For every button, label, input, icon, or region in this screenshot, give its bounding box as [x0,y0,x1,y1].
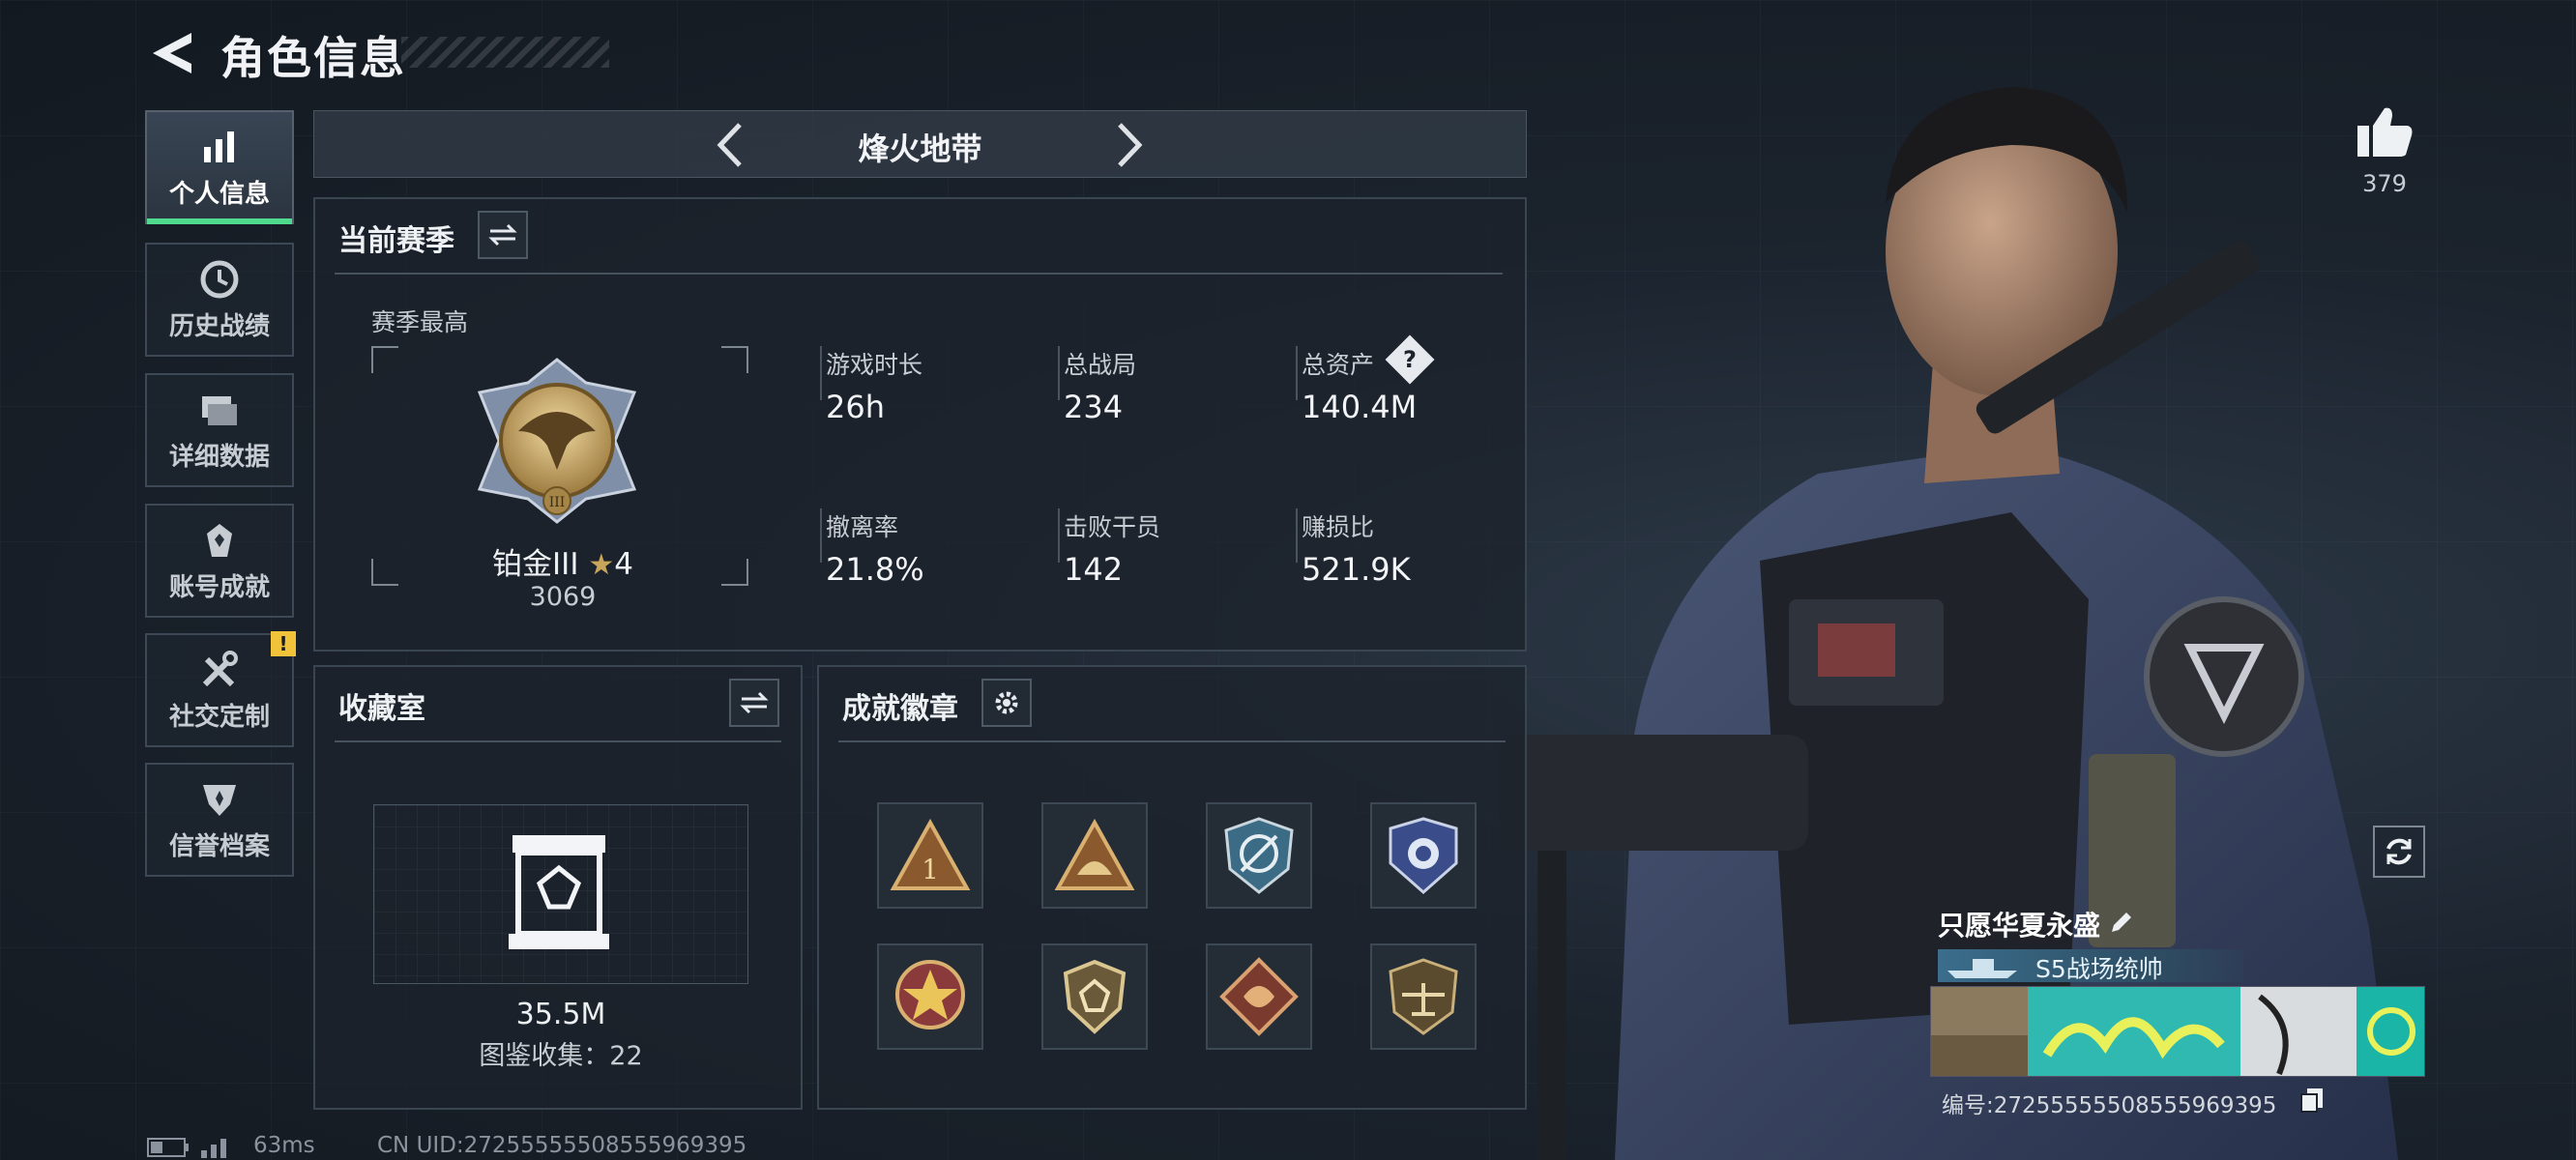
stat-label-profit-ratio: 赚损比 [1302,513,1375,541]
frame-corner [721,559,748,586]
rank-stars: 4 [614,547,633,582]
collection-panel[interactable]: 收藏室 35.5M 图鉴收集：22 [313,665,803,1110]
achievements-title: 成就徽章 [842,692,958,726]
star-icon: ★ [588,548,615,582]
stat-label-kills: 击败干员 [1064,513,1161,541]
stat-separator [820,508,822,563]
nav-label: 详细数据 [168,442,270,472]
clock-icon [198,258,241,301]
achievement-badge[interactable] [877,943,983,1050]
stat-value-playtime: 26h [826,389,885,425]
edit-pencil-icon[interactable] [2108,909,2135,936]
svg-text:1: 1 [922,854,939,885]
stat-value-matches: 234 [1064,389,1124,425]
divider [838,740,1506,742]
help-icon-text: ? [1403,345,1417,373]
stat-label-playtime: 游戏时长 [826,351,923,379]
svg-text:III: III [549,495,566,510]
season-title: 当前赛季 [338,224,454,258]
frame-corner [721,346,748,373]
season-panel: 当前赛季 赛季最高 III 铂金III ★4 3069 游戏时长 26h 总战局… [313,197,1527,652]
player-name: 只愿华夏永盛 [1938,910,2101,942]
stat-value-profit-ratio: 521.9K [1302,551,1411,588]
collection-value: 35.5M [515,998,606,1031]
achievement-badge[interactable] [1041,802,1148,909]
rank-score: 3069 [529,582,597,612]
nav-label: 社交定制 [168,702,270,732]
display-case-icon [509,835,609,949]
stat-label-extract-rate: 撤离率 [826,513,899,541]
collection-title: 收藏室 [338,692,425,726]
like-count: 379 [2362,170,2407,197]
nav-history[interactable]: 历史战绩 [145,243,294,357]
ship-icon [1947,959,2017,978]
banner-art [1931,987,2424,1076]
divider [335,740,781,742]
shield-icon [198,778,241,821]
stat-value-kills: 142 [1064,551,1124,588]
season-best-label: 赛季最高 [371,308,469,336]
nav-reputation[interactable]: 信誉档案 [145,763,294,877]
nav-detailed-data[interactable]: 详细数据 [145,373,294,487]
achievements-panel[interactable]: 成就徽章 1 [817,665,1527,1110]
rank-name: 铂金III [492,547,579,582]
stat-value-assets: 140.4M [1302,389,1418,425]
achievement-badge[interactable] [1370,802,1477,909]
rank-line: 铂金III ★4 [408,539,717,583]
uid-text: CN UID:272555555085559693​95 [377,1133,747,1158]
stat-label-matches: 总战局 [1064,351,1137,379]
folder-icon [198,389,241,431]
settings-gear-icon[interactable] [981,679,1032,727]
achievement-badge[interactable] [1206,943,1312,1050]
swap-icon[interactable] [729,679,779,727]
stat-separator [1296,346,1298,400]
stat-separator [1058,346,1060,400]
stat-separator [1058,508,1060,563]
nav-label: 信誉档案 [168,831,270,861]
page-title: 角色信息 [220,32,406,84]
help-icon[interactable]: ? [1385,334,1435,385]
achievement-badge[interactable]: 1 [877,802,983,909]
refresh-icon[interactable] [2373,826,2425,878]
achievement-icon [198,519,241,562]
swap-icon[interactable] [478,211,528,259]
nav-label: 历史战绩 [168,311,270,341]
back-arrow-icon[interactable] [145,27,203,79]
achievement-badge[interactable] [1370,943,1477,1050]
rank-emblem-icon: III [477,358,637,524]
stat-label-assets: 总资产 [1302,351,1375,379]
signal-icon [201,1139,226,1158]
next-mode-arrow-icon[interactable] [1100,117,1158,173]
nav-social-custom[interactable]: 社交定制 ! [145,631,296,747]
frame-corner [371,559,398,586]
player-banner[interactable] [1930,986,2425,1077]
frame-corner [371,346,398,373]
achievement-badge[interactable] [1206,802,1312,909]
mode-name: 烽火地带 [858,130,982,167]
stat-separator [820,346,822,400]
alert-badge: ! [271,631,296,656]
tools-icon [198,649,241,691]
bar-chart-icon [198,126,241,168]
ping-text: 63ms [253,1133,315,1158]
nav-personal-info[interactable]: 个人信息 [145,110,294,224]
mode-selector: 烽火地带 [313,110,1527,178]
collection-count: 图鉴收集：22 [479,1041,643,1071]
divider [335,273,1503,275]
stat-value-extract-rate: 21.8% [826,551,924,588]
achievement-badge[interactable] [1041,943,1148,1050]
copy-icon[interactable] [2299,1087,2325,1114]
nav-label: 个人信息 [168,179,270,209]
stat-separator [1296,508,1298,563]
nav-label: 账号成就 [168,572,270,602]
thumbs-up-icon[interactable] [2356,104,2414,159]
title-chip-text: S5战场统帅 [2035,955,2163,983]
nav-account-achievements[interactable]: 账号成就 [145,504,294,618]
title-decoration [401,37,609,68]
player-id: 编号:272555555085559693​95 [1942,1093,2277,1118]
battery-icon [147,1138,189,1157]
